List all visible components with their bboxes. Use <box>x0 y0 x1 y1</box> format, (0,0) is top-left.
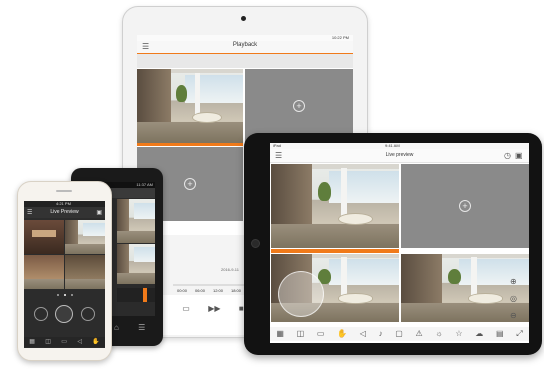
zoom-out-icon[interactable]: ⊖ <box>510 311 520 321</box>
video-tile-1[interactable] <box>137 69 243 143</box>
record-icon[interactable]: ▭ <box>182 304 190 314</box>
gray-band <box>137 54 353 68</box>
add-icon[interactable]: + <box>184 178 196 190</box>
empty-tile-2[interactable]: + <box>401 164 529 248</box>
seek-time: 00:00 <box>176 287 187 293</box>
menu-icon[interactable]: ☰ <box>138 323 145 333</box>
mic-icon[interactable]: ♪ <box>379 329 383 339</box>
camera-dot <box>241 16 246 21</box>
header-bar: ☰ Live preview ◷ ▣ <box>270 149 529 163</box>
timeline-strip[interactable] <box>117 288 155 302</box>
play-icon[interactable]: ▶▶ <box>208 304 220 314</box>
page-title: Live preview <box>385 152 414 158</box>
iphone-device: 4:21 PM ☰ Live Preview ▣ ▦ ◫ ▭ ◁ ✋ <box>17 181 112 361</box>
record-icon[interactable]: ▭ <box>61 337 67 347</box>
light-icon[interactable]: ☼ <box>435 329 442 339</box>
video-tile-2[interactable] <box>65 220 105 254</box>
camera-icon[interactable]: ◫ <box>45 337 51 347</box>
seek-time: 18:00 <box>230 287 241 293</box>
favorite-button[interactable] <box>81 307 96 321</box>
video-tile-3[interactable] <box>24 255 64 289</box>
video-tile-1[interactable] <box>24 220 64 254</box>
selected-tile-bar <box>137 143 243 146</box>
status-time: 9:41 AM <box>385 143 400 148</box>
audio-icon[interactable]: ◁ <box>77 337 82 347</box>
status-time: 4:21 PM <box>56 201 71 206</box>
talk-button[interactable] <box>55 305 74 323</box>
alarm-icon[interactable]: ⚠ <box>416 329 423 339</box>
fullscreen-icon[interactable]: ⤢ <box>516 329 522 339</box>
playback-toolbar: ▭ ▶▶ ■ <box>173 303 253 315</box>
seek-bar[interactable] <box>173 284 245 286</box>
bottom-toolbar: ▦ ◫ ▭ ◁ ✋ <box>24 337 105 347</box>
ptz-joystick[interactable] <box>278 271 324 317</box>
split-screen-icon[interactable]: ▦ <box>276 329 284 339</box>
quality-icon[interactable]: ▤ <box>496 329 504 339</box>
control-buttons <box>30 305 99 323</box>
audio-icon[interactable]: ◁ <box>360 329 366 339</box>
header-bar: ☰ Live Preview ▣ <box>24 207 105 218</box>
earpiece <box>56 190 72 192</box>
iphone-screen: 4:21 PM ☰ Live Preview ▣ ▦ ◫ ▭ ◁ ✋ <box>24 201 105 348</box>
status-time: 11:37 AM <box>136 182 153 187</box>
message-icon[interactable]: ▢ <box>395 329 403 339</box>
cloud-icon[interactable]: ☁ <box>475 329 483 339</box>
add-icon[interactable]: + <box>459 200 471 212</box>
ipad-black-screen: iPad 9:41 AM ☰ Live preview ◷ ▣ + ⊕ ◎ ⊖ <box>270 143 529 343</box>
favorite-icon[interactable]: ☆ <box>455 329 462 339</box>
status-carrier: iPad <box>273 143 282 148</box>
status-time: 10:22 PM <box>331 35 349 40</box>
recording-segment <box>143 288 147 302</box>
seek-time: 06:00 <box>194 287 205 293</box>
ipad-black-device: iPad 9:41 AM ☰ Live preview ◷ ▣ + ⊕ ◎ ⊖ <box>244 133 542 355</box>
screen-icon[interactable]: ▣ <box>515 151 523 161</box>
camera-icon[interactable]: ◫ <box>297 329 305 339</box>
clock-icon[interactable]: ◷ <box>504 151 511 161</box>
header-bar: ☰ Playback <box>137 41 353 54</box>
video-tile-1[interactable] <box>117 199 155 243</box>
add-icon[interactable]: + <box>293 100 305 112</box>
bottom-toolbar: ▦ ◫ ▭ ✋ ◁ ♪ ▢ ⚠ ☼ ☆ ☁ ▤ ⤢ <box>270 327 529 341</box>
home-icon[interactable]: ⌂ <box>114 323 119 333</box>
video-tile-2[interactable] <box>117 244 155 284</box>
page-title: Live Preview <box>50 209 79 215</box>
video-tile-4[interactable] <box>65 255 105 289</box>
split-screen-icon[interactable]: ▦ <box>29 337 35 347</box>
video-tile-1[interactable] <box>271 164 399 248</box>
camera-dot <box>251 239 260 248</box>
zoom-in-icon[interactable]: ⊕ <box>510 277 520 287</box>
selected-tile-bar <box>271 249 399 253</box>
record-icon[interactable]: ▭ <box>317 329 325 339</box>
ptz-icon[interactable]: ✋ <box>92 337 99 347</box>
seek-time-row: 00:00 06:00 12:00 18:00 <box>173 287 245 293</box>
empty-tile-2[interactable]: + <box>245 69 353 143</box>
page-dots <box>57 294 73 297</box>
page-title: Playback <box>232 42 258 48</box>
seek-time: 12:00 <box>212 287 223 293</box>
screen-icon[interactable]: ▣ <box>96 208 102 218</box>
snapshot-button[interactable] <box>33 307 48 321</box>
focus-icon[interactable]: ◎ <box>510 294 520 304</box>
ptz-side-controls: ⊕ ◎ ⊖ <box>510 277 520 321</box>
ptz-icon[interactable]: ✋ <box>337 329 347 339</box>
date-label: 2016-9-11 <box>221 267 239 272</box>
